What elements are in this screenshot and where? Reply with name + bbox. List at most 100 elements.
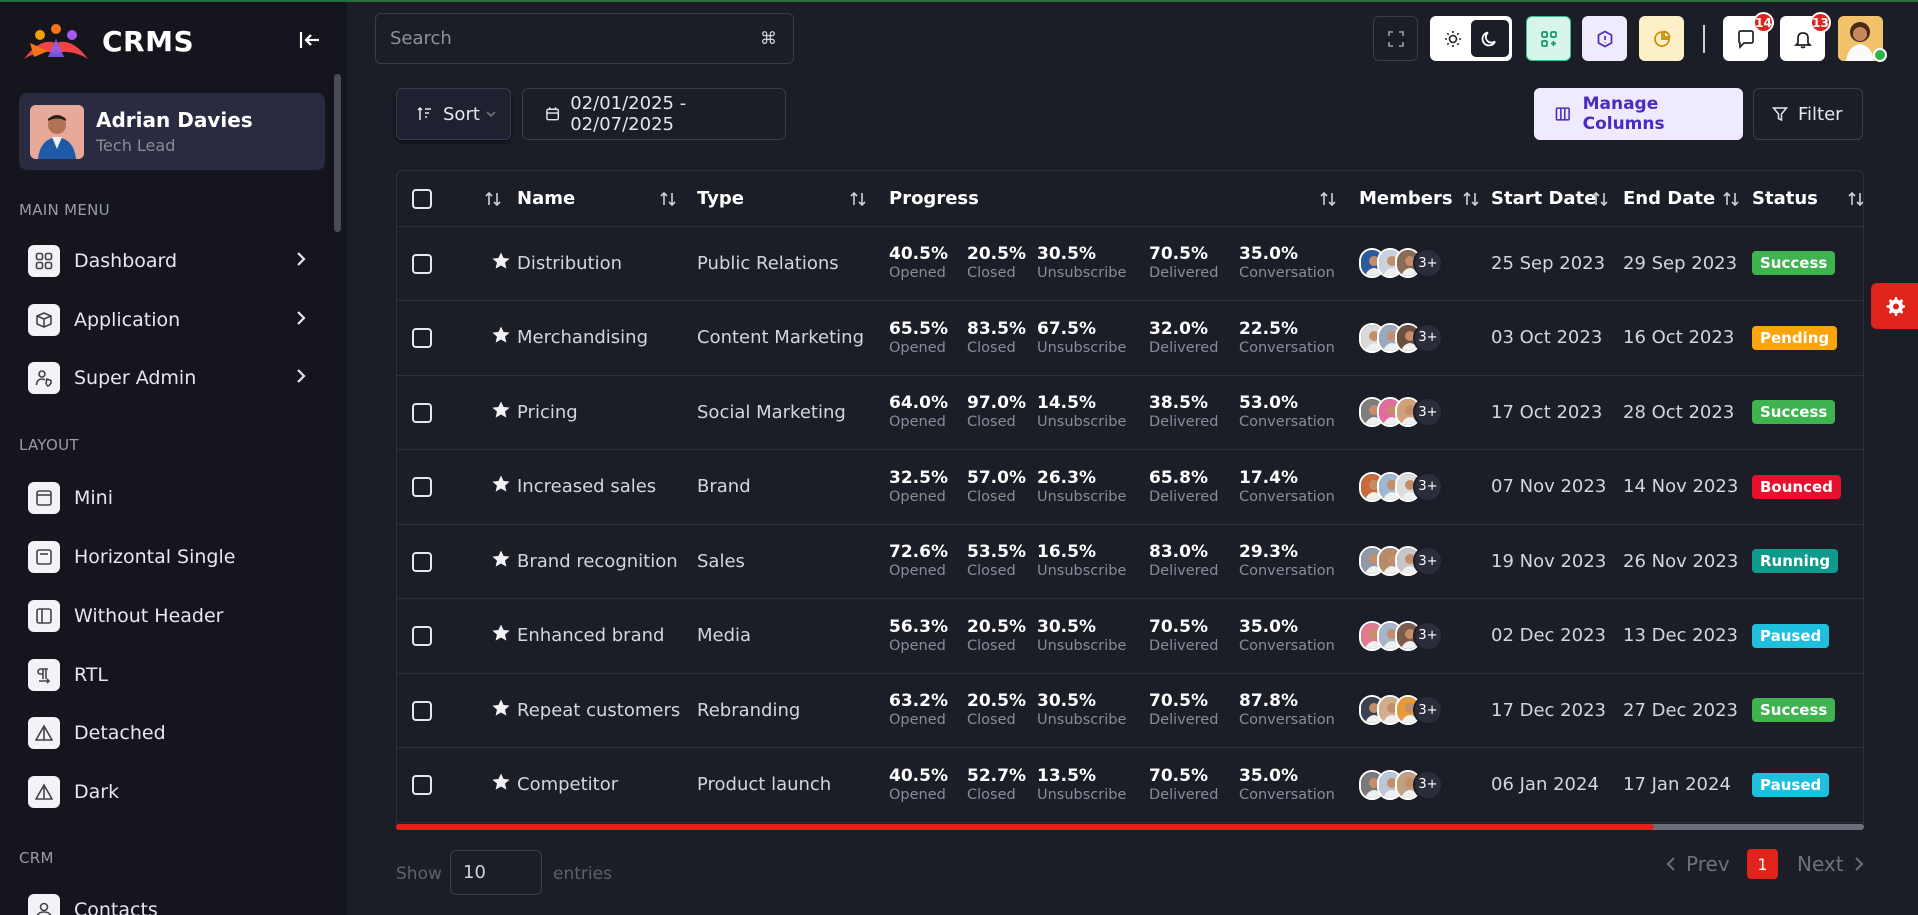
column-header-progress[interactable]: Progress	[889, 188, 979, 209]
sidebar-item-horizontal-single[interactable]: Horizontal Single	[28, 535, 328, 579]
table-row[interactable]: Enhanced brand Media 56.3% Opened 20.5% …	[397, 598, 1863, 674]
campaign-name[interactable]: Enhanced brand	[517, 625, 664, 646]
sidebar-item-super-admin[interactable]: Super Admin	[28, 356, 328, 400]
sidebar-scrollbar[interactable]	[334, 74, 341, 232]
analytics-button[interactable]	[1639, 16, 1684, 61]
theme-toggle[interactable]	[1430, 16, 1512, 61]
sidebar-item-contacts[interactable]: Contacts	[28, 888, 328, 915]
row-checkbox[interactable]	[412, 402, 432, 423]
more-members-count[interactable]: 3+	[1413, 695, 1443, 726]
sort-arrows-icon[interactable]	[1319, 190, 1337, 208]
column-header-type[interactable]: Type	[697, 188, 744, 209]
row-checkbox[interactable]	[412, 477, 432, 498]
row-checkbox[interactable]	[412, 328, 432, 349]
campaign-name[interactable]: Repeat customers	[517, 700, 680, 721]
messages-button[interactable]: 14	[1723, 12, 1774, 61]
sidebar-item-application[interactable]: Application	[28, 298, 328, 342]
column-header-start-date[interactable]: Start Date	[1491, 188, 1596, 209]
star-icon[interactable]	[491, 400, 511, 420]
app-logo[interactable]: CRMS	[20, 20, 194, 62]
star-icon[interactable]	[491, 623, 511, 643]
scrollbar-thumb[interactable]	[396, 824, 1654, 830]
members-stack[interactable]: 3+	[1359, 546, 1480, 577]
fullscreen-button[interactable]	[1373, 16, 1418, 61]
row-checkbox[interactable]	[412, 253, 432, 274]
star-icon[interactable]	[491, 251, 511, 271]
date-range-picker[interactable]: 02/01/2025 - 02/07/2025	[522, 88, 786, 140]
sort-arrows-icon[interactable]	[484, 190, 502, 208]
table-row[interactable]: Increased sales Brand 32.5% Opened 57.0%…	[397, 449, 1863, 525]
members-stack[interactable]: 3+	[1359, 322, 1480, 353]
table-row[interactable]: Brand recognition Sales 72.6% Opened 53.…	[397, 524, 1863, 599]
sun-icon[interactable]	[1444, 30, 1462, 48]
profile-card[interactable]: Adrian Davies Tech Lead	[19, 93, 325, 170]
sort-arrows-icon[interactable]	[1847, 190, 1864, 208]
table-row[interactable]: Pricing Social Marketing 64.0% Opened 97…	[397, 375, 1863, 450]
prev-page-button[interactable]: Prev	[1666, 852, 1730, 876]
table-row[interactable]: Distribution Public Relations 40.5% Open…	[397, 226, 1863, 301]
sort-button[interactable]: Sort	[396, 88, 511, 140]
search-input[interactable]	[390, 28, 750, 49]
campaign-name[interactable]: Competitor	[517, 774, 618, 795]
row-checkbox[interactable]	[412, 700, 432, 721]
settings-panel-toggle[interactable]	[1871, 283, 1918, 329]
notifications-button[interactable]: 13	[1780, 12, 1831, 61]
row-checkbox[interactable]	[412, 551, 432, 572]
row-checkbox[interactable]	[412, 775, 432, 796]
more-members-count[interactable]: 3+	[1413, 248, 1443, 279]
members-stack[interactable]: 3+	[1359, 397, 1480, 428]
sidebar-item-detached[interactable]: Detached	[28, 711, 328, 755]
sidebar-item-label: Without Header	[74, 605, 224, 627]
apps-button[interactable]	[1526, 16, 1571, 61]
sidebar-item-dark[interactable]: Dark	[28, 770, 328, 814]
sort-arrows-icon[interactable]	[659, 190, 677, 208]
column-header-status[interactable]: Status	[1752, 188, 1818, 209]
sort-arrows-icon[interactable]	[1722, 190, 1740, 208]
column-header-members[interactable]: Members	[1359, 188, 1453, 209]
collapse-sidebar-button[interactable]	[296, 26, 324, 54]
column-header-end-date[interactable]: End Date	[1623, 188, 1715, 209]
filter-button[interactable]: Filter	[1753, 88, 1863, 140]
next-page-button[interactable]: Next	[1797, 852, 1864, 876]
sort-arrows-icon[interactable]	[849, 190, 867, 208]
row-checkbox[interactable]	[412, 626, 432, 647]
entries-per-page-select[interactable]: 10	[450, 850, 542, 895]
table-row[interactable]: Repeat customers Rebranding 63.2% Opened…	[397, 673, 1863, 748]
more-members-count[interactable]: 3+	[1413, 322, 1443, 353]
table-row[interactable]: Competitor Product launch 40.5% Opened 5…	[397, 747, 1863, 823]
sidebar-item-without-header[interactable]: Without Header	[28, 594, 328, 638]
members-stack[interactable]: 3+	[1359, 248, 1480, 279]
star-icon[interactable]	[491, 698, 511, 718]
members-stack[interactable]: 3+	[1359, 471, 1480, 502]
select-all-checkbox[interactable]	[412, 188, 432, 209]
page-1-button[interactable]: 1	[1747, 849, 1778, 879]
sidebar-item-dashboard[interactable]: Dashboard	[28, 239, 328, 283]
hexagon-button[interactable]	[1582, 16, 1627, 61]
table-row[interactable]: Merchandising Content Marketing 65.5% Op…	[397, 300, 1863, 376]
star-icon[interactable]	[491, 772, 511, 792]
campaign-name[interactable]: Distribution	[517, 253, 622, 274]
members-stack[interactable]: 3+	[1359, 620, 1480, 651]
table-horizontal-scrollbar[interactable]	[396, 824, 1864, 830]
members-stack[interactable]: 3+	[1359, 695, 1480, 726]
star-icon[interactable]	[491, 325, 511, 345]
campaign-name[interactable]: Pricing	[517, 402, 578, 423]
dark-mode-button[interactable]	[1471, 20, 1509, 57]
more-members-count[interactable]: 3+	[1413, 471, 1443, 502]
members-stack[interactable]: 3+	[1359, 769, 1480, 800]
more-members-count[interactable]: 3+	[1413, 769, 1443, 800]
campaign-name[interactable]: Brand recognition	[517, 551, 678, 572]
star-icon[interactable]	[491, 549, 511, 569]
sort-arrows-icon[interactable]	[1591, 190, 1609, 208]
sidebar-item-rtl[interactable]: RTL	[28, 653, 328, 697]
more-members-count[interactable]: 3+	[1413, 620, 1443, 651]
manage-columns-button[interactable]: Manage Columns	[1534, 88, 1743, 140]
campaign-name[interactable]: Increased sales	[517, 476, 656, 497]
star-icon[interactable]	[491, 474, 511, 494]
campaign-name[interactable]: Merchandising	[517, 327, 648, 348]
sort-arrows-icon[interactable]	[1462, 190, 1480, 208]
more-members-count[interactable]: 3+	[1413, 546, 1443, 577]
column-header-name[interactable]: Name	[517, 188, 575, 209]
sidebar-item-mini[interactable]: Mini	[28, 476, 328, 520]
more-members-count[interactable]: 3+	[1413, 397, 1443, 428]
